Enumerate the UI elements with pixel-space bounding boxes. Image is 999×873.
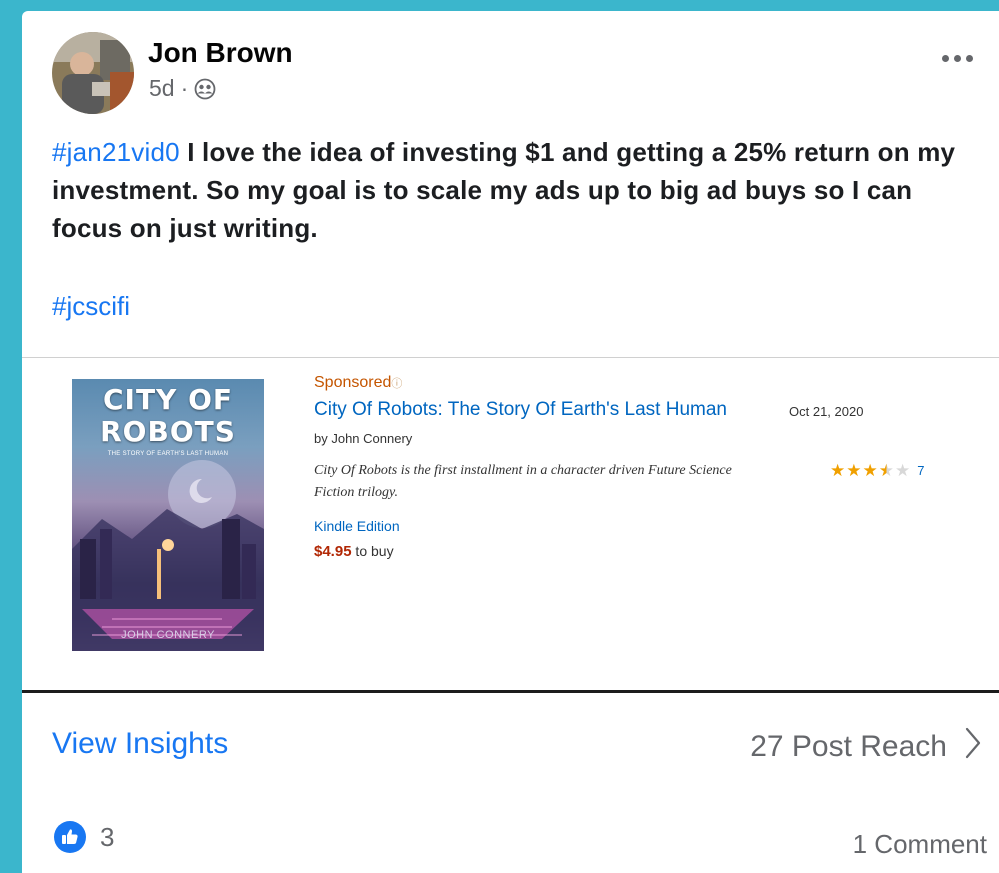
- cover-title-line2: ROBOTS: [100, 415, 236, 448]
- star-icon: ★: [830, 461, 846, 480]
- sponsored-text: Sponsored: [314, 374, 392, 391]
- meta-separator: ·: [180, 75, 189, 101]
- more-dots-icon[interactable]: [942, 55, 973, 62]
- book-description: City Of Robots is the first installment …: [314, 463, 732, 500]
- post-reach-text: 27 Post Reach: [750, 730, 947, 763]
- cover-title-line1: CITY OF: [102, 383, 234, 416]
- hashtag-link[interactable]: #jan21vid0: [52, 137, 180, 167]
- edition-link[interactable]: Kindle Edition: [314, 518, 400, 534]
- like-icon: [54, 821, 86, 853]
- post-body-text: I love the idea of investing $1 and gett…: [52, 137, 956, 243]
- book-cover-image[interactable]: CITY OF ROBOTS THE STORY OF EARTH'S LAST…: [72, 379, 264, 651]
- sponsored-label: Sponsoredⓘ: [314, 374, 402, 392]
- star-icon: ★: [862, 461, 878, 480]
- divider: [22, 690, 999, 693]
- post-time[interactable]: 5d: [149, 75, 175, 102]
- cover-subtitle: THE STORY OF EARTH'S LAST HUMAN: [107, 451, 229, 457]
- reactions-summary[interactable]: 3: [54, 821, 114, 853]
- price-line: $4.95 to buy: [314, 543, 394, 560]
- price-suffix: to buy: [351, 543, 394, 559]
- author-avatar[interactable]: [52, 32, 134, 114]
- star-icon: ★: [846, 461, 862, 480]
- view-insights-link[interactable]: View Insights: [52, 727, 228, 761]
- comments-count-link[interactable]: 1 Comment: [853, 829, 987, 860]
- friends-icon: [194, 78, 216, 100]
- post-body: #jan21vid0 I love the idea of investing …: [52, 133, 977, 247]
- like-count: 3: [100, 821, 115, 852]
- price: $4.95: [314, 543, 352, 560]
- author-name[interactable]: Jon Brown: [148, 37, 293, 69]
- cover-author: JOHN CONNERY: [121, 629, 215, 641]
- chevron-right-icon: [965, 727, 981, 767]
- star-half-icon: ★: [878, 461, 894, 480]
- post-meta: 5d ·: [149, 75, 216, 102]
- book-author: by John Connery: [314, 431, 413, 446]
- info-icon[interactable]: ⓘ: [391, 378, 402, 390]
- star-empty-icon: ★: [895, 461, 911, 480]
- book-date: Oct 21, 2020: [789, 404, 864, 419]
- hashtag-link[interactable]: #jcscifi: [52, 291, 130, 322]
- rating-count[interactable]: 7: [917, 463, 924, 478]
- book-title-link[interactable]: City Of Robots: The Story Of Earth's Las…: [314, 399, 727, 421]
- post-reach-button[interactable]: 27 Post Reach: [750, 727, 981, 767]
- post-card: Jon Brown 5d · #jan21vid0 I love the ide…: [22, 11, 999, 873]
- star-rating[interactable]: ★ ★ ★ ★ ★ 7: [830, 462, 924, 479]
